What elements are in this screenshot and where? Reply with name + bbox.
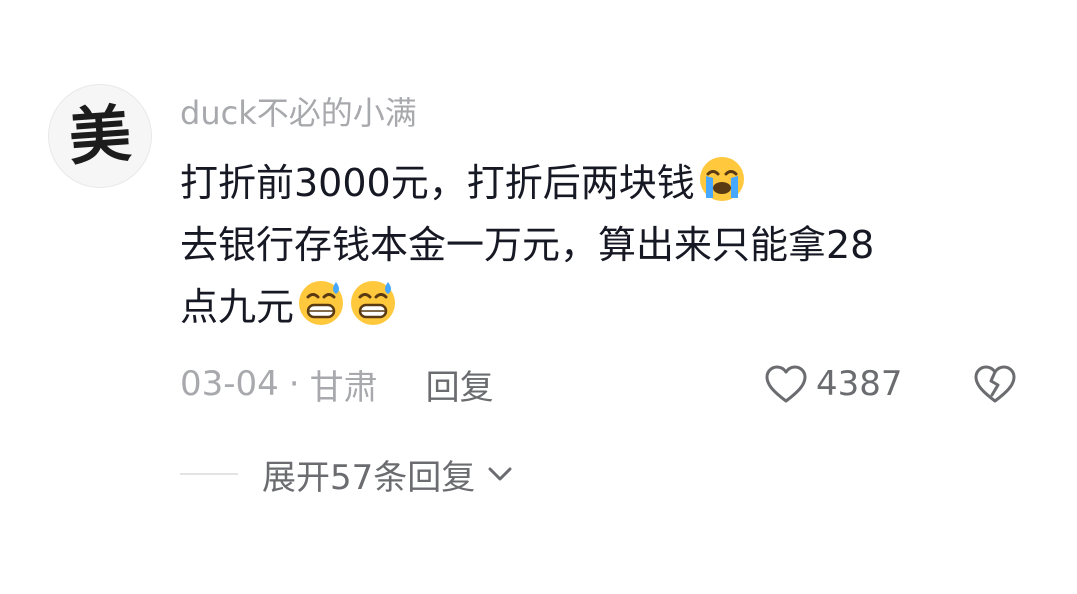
comment-line-3: 点九元 (180, 276, 1040, 338)
avatar-glyph: 美 (66, 96, 134, 175)
expand-replies-label: 展开57条回复 (262, 457, 476, 498)
chevron-down-icon (488, 467, 512, 481)
heart-icon (765, 365, 807, 403)
dislike-button[interactable] (972, 362, 1018, 406)
comment-text: 打折前3000元，打折后两块钱 去银行存钱本金一万元，算出来只能拿28 点九元 (180, 152, 1040, 338)
comment-line-1-text: 打折前3000元，打折后两块钱 (180, 161, 695, 205)
comment-line-3-text: 点九元 (180, 285, 295, 329)
like-button[interactable]: 4387 (764, 362, 903, 406)
expand-divider (180, 473, 238, 475)
sweat-grin-emoji-icon (299, 281, 344, 325)
comment-meta: 03-04 · 甘肃 回复 (180, 360, 494, 409)
avatar[interactable]: 美 (48, 84, 152, 188)
username[interactable]: duck不必的小满 (180, 93, 417, 133)
comment-location: 甘肃 (309, 367, 378, 408)
expand-replies-button[interactable]: 展开57条回复 (180, 452, 515, 498)
broken-heart-icon (974, 365, 1016, 403)
like-count: 4387 (816, 364, 903, 404)
comment-line-2: 去银行存钱本金一万元，算出来只能拿28 (180, 223, 875, 267)
comment-line-1: 打折前3000元，打折后两块钱 (180, 152, 1040, 214)
crying-face-emoji-icon (699, 157, 744, 201)
meta-separator: · (288, 364, 300, 404)
reply-button[interactable]: 回复 (426, 360, 494, 409)
sweat-grin-emoji-icon (351, 281, 396, 325)
comment-date: 03-04 (180, 364, 279, 404)
